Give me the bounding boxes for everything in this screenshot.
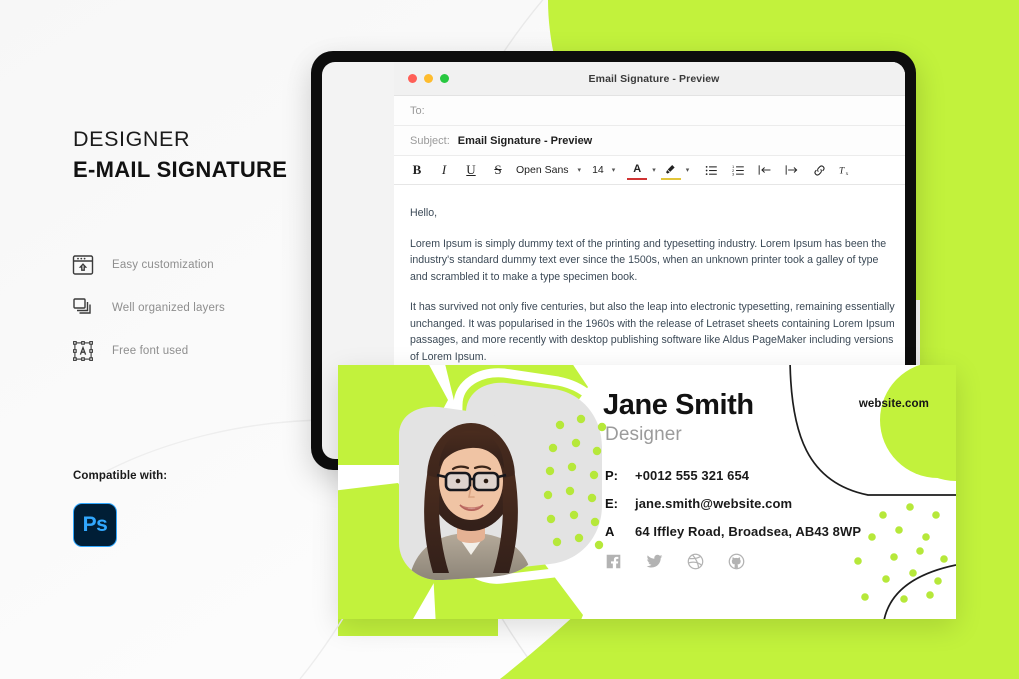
website-link[interactable]: website.com	[859, 398, 929, 410]
to-field-row[interactable]: To:	[394, 96, 905, 126]
subject-field-row[interactable]: Subject: Email Signature - Preview	[394, 126, 905, 156]
photoshop-icon: Ps	[73, 503, 117, 547]
svg-text:T: T	[839, 166, 845, 176]
mail-greeting: Hello,	[410, 207, 438, 219]
feature-label: Easy customization	[112, 258, 214, 271]
indent-icon[interactable]	[782, 160, 802, 180]
feature-item-well-organized-layers: Well organized layers	[70, 286, 225, 329]
to-label: To:	[410, 104, 425, 117]
contact-row-email: E: jane.smith@website.com	[605, 496, 861, 511]
avatar	[391, 405, 554, 580]
text-color-button[interactable]: A	[627, 160, 648, 180]
contact-row-phone: P: +0012 555 321 654	[605, 468, 861, 483]
contact-key: A	[605, 524, 615, 539]
chevron-down-icon[interactable]: ▾	[647, 166, 661, 174]
compatible-with-label: Compatible with:	[73, 470, 168, 482]
dribbble-icon[interactable]	[687, 553, 704, 570]
underline-button[interactable]: U	[461, 160, 481, 180]
mail-paragraph-2: It has survived not only five centuries,…	[410, 301, 895, 363]
contact-key: P:	[605, 468, 618, 483]
feature-label: Free font used	[112, 344, 189, 357]
browser-customization-icon	[70, 252, 96, 278]
photoshop-icon-label: Ps	[82, 513, 108, 536]
font-nodes-icon	[70, 338, 96, 364]
feature-list: Easy customization Well organized layers	[70, 243, 225, 372]
numbered-list-icon[interactable]: 1 2 3	[728, 160, 748, 180]
page-title-line2: E-MAIL SIGNATURE	[73, 156, 288, 182]
formatting-toolbar: B I U S Open Sans ▾ 14 ▾ A ▾ ▾ 1 2 3 T x	[394, 156, 905, 185]
bulleted-list-icon[interactable]	[701, 160, 721, 180]
chevron-down-icon[interactable]: ▾	[573, 166, 587, 174]
contact-list: P: +0012 555 321 654 E: jane.smith@websi…	[605, 468, 861, 552]
feature-item-easy-customization: Easy customization	[70, 243, 225, 286]
strikethrough-button[interactable]: S	[488, 160, 508, 180]
email-signature-card: website.com Jane Smith Designer P: +0012…	[338, 365, 956, 619]
outdent-icon[interactable]	[755, 160, 775, 180]
chevron-down-icon[interactable]: ▾	[607, 166, 621, 174]
twitter-icon[interactable]	[646, 553, 663, 570]
highlight-color-button[interactable]	[660, 160, 681, 180]
contact-role: Designer	[605, 424, 682, 445]
page-title-line1: DESIGNER	[73, 127, 191, 151]
contact-value-address: 64 Iffley Road, Broadsea, AB43 8WP	[635, 524, 862, 539]
font-size-select[interactable]: 14	[586, 164, 607, 176]
contact-row-address: A 64 Iffley Road, Broadsea, AB43 8WP	[605, 524, 861, 539]
subject-label: Subject:	[410, 134, 450, 147]
window-titlebar: Email Signature - Preview	[394, 62, 905, 96]
feature-item-free-font-used: Free font used	[70, 329, 225, 372]
feature-label: Well organized layers	[112, 301, 225, 314]
headline-block: DESIGNER E-MAIL SIGNATURE	[73, 126, 333, 184]
svg-text:3: 3	[732, 171, 735, 176]
contact-value-phone[interactable]: +0012 555 321 654	[635, 468, 749, 483]
mail-paragraph-1: Lorem Ipsum is simply dummy text of the …	[410, 237, 887, 283]
github-icon[interactable]	[728, 553, 745, 570]
contact-key: E:	[605, 496, 618, 511]
svg-text:x: x	[846, 171, 849, 177]
chevron-down-icon[interactable]: ▾	[681, 166, 695, 174]
link-icon[interactable]	[809, 160, 829, 180]
clear-formatting-icon[interactable]: T x	[836, 160, 856, 180]
layers-icon	[70, 295, 96, 321]
subject-value: Email Signature - Preview	[457, 134, 593, 147]
bold-button[interactable]: B	[407, 160, 427, 180]
italic-button[interactable]: I	[434, 160, 454, 180]
window-title: Email Signature - Preview	[588, 72, 720, 85]
contact-name: Jane Smith	[603, 389, 754, 421]
contact-value-email[interactable]: jane.smith@website.com	[635, 496, 792, 511]
facebook-icon[interactable]	[605, 553, 622, 570]
font-family-select[interactable]: Open Sans	[508, 164, 573, 176]
social-links	[605, 553, 745, 570]
